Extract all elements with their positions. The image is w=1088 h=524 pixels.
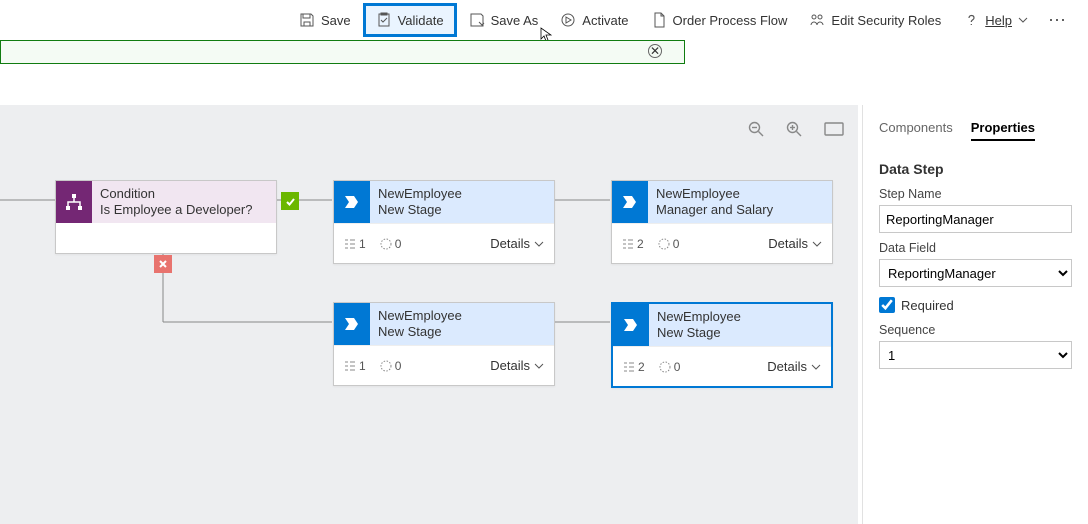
node-type-label: NewEmployee <box>656 186 824 202</box>
roles-label: Edit Security Roles <box>831 13 941 28</box>
details-toggle[interactable]: Details <box>768 236 822 251</box>
steps-count: 1 <box>344 359 366 373</box>
validation-banner: ✕ <box>0 40 685 64</box>
panel-tabs: Components Properties <box>863 105 1088 151</box>
activate-icon <box>560 12 576 28</box>
steps-count: 1 <box>344 237 366 251</box>
flows-count: 0 <box>380 359 402 373</box>
chevron-down-icon <box>1018 15 1028 25</box>
fit-to-screen-icon[interactable] <box>824 121 844 137</box>
save-button[interactable]: Save <box>289 6 361 34</box>
stage-icon <box>612 181 648 223</box>
validate-button[interactable]: Validate <box>363 3 457 37</box>
node-subtitle-label: New Stage <box>378 202 546 218</box>
help-button[interactable]: Help <box>953 6 1038 34</box>
required-label: Required <box>901 298 954 313</box>
condition-node[interactable]: Condition Is Employee a Developer? <box>55 180 277 254</box>
document-icon <box>651 12 667 28</box>
stage-icon <box>334 303 370 345</box>
activate-button[interactable]: Activate <box>550 6 638 34</box>
save-icon <box>299 12 315 28</box>
branch-no-badge <box>154 255 172 273</box>
flows-count: 0 <box>380 237 402 251</box>
data-field-select[interactable]: ReportingManager <box>879 259 1072 287</box>
zoom-out-icon[interactable] <box>748 121 764 137</box>
process-canvas[interactable]: Condition Is Employee a Developer? NewEm… <box>0 105 858 524</box>
node-subtitle-label: New Stage <box>657 325 823 341</box>
steps-count: 2 <box>623 360 645 374</box>
details-toggle[interactable]: Details <box>767 359 821 374</box>
more-button[interactable]: ⋯ <box>1040 10 1076 31</box>
node-subtitle-label: New Stage <box>378 324 546 340</box>
step-name-label: Step Name <box>879 187 1072 201</box>
save-as-icon <box>469 12 485 28</box>
stage-node-1[interactable]: NewEmployee New Stage 1 0 Details <box>333 180 555 264</box>
flows-count: 0 <box>658 237 680 251</box>
tab-properties[interactable]: Properties <box>971 120 1035 141</box>
details-toggle[interactable]: Details <box>490 236 544 251</box>
stage-node-2[interactable]: NewEmployee Manager and Salary 2 0 Detai… <box>611 180 833 264</box>
required-checkbox[interactable] <box>879 297 895 313</box>
panel-heading: Data Step <box>879 161 1072 177</box>
activate-label: Activate <box>582 13 628 28</box>
people-icon <box>809 12 825 28</box>
stage-node-3[interactable]: NewEmployee New Stage 1 0 Details <box>333 302 555 386</box>
tab-components[interactable]: Components <box>879 120 953 141</box>
flows-count: 0 <box>659 360 681 374</box>
help-label: Help <box>985 13 1012 28</box>
node-type-label: Condition <box>100 186 268 202</box>
zoom-in-icon[interactable] <box>786 121 802 137</box>
node-type-label: NewEmployee <box>657 309 823 325</box>
validate-label: Validate <box>398 13 444 28</box>
save-label: Save <box>321 13 351 28</box>
help-icon <box>963 12 979 28</box>
stage-icon <box>613 304 649 346</box>
stage-icon <box>334 181 370 223</box>
sequence-label: Sequence <box>879 323 1072 337</box>
condition-icon <box>56 181 92 223</box>
edit-security-roles-button[interactable]: Edit Security Roles <box>799 6 951 34</box>
order-process-flow-button[interactable]: Order Process Flow <box>641 6 798 34</box>
properties-panel: Components Properties Data Step Step Nam… <box>862 105 1088 524</box>
canvas-toolbar <box>748 121 844 137</box>
details-toggle[interactable]: Details <box>490 358 544 373</box>
save-as-label: Save As <box>491 13 539 28</box>
save-as-button[interactable]: Save As <box>459 6 549 34</box>
close-banner-button[interactable]: ✕ <box>648 44 662 58</box>
node-subtitle-label: Manager and Salary <box>656 202 824 218</box>
data-field-label: Data Field <box>879 241 1072 255</box>
order-label: Order Process Flow <box>673 13 788 28</box>
node-type-label: NewEmployee <box>378 186 546 202</box>
node-type-label: NewEmployee <box>378 308 546 324</box>
sequence-select[interactable]: 1 <box>879 341 1072 369</box>
steps-count: 2 <box>622 237 644 251</box>
node-subtitle-label: Is Employee a Developer? <box>100 202 268 218</box>
stage-node-4[interactable]: NewEmployee New Stage 2 0 Details <box>611 302 833 388</box>
branch-yes-badge <box>281 192 299 210</box>
clipboard-check-icon <box>376 12 392 28</box>
step-name-input[interactable] <box>879 205 1072 233</box>
